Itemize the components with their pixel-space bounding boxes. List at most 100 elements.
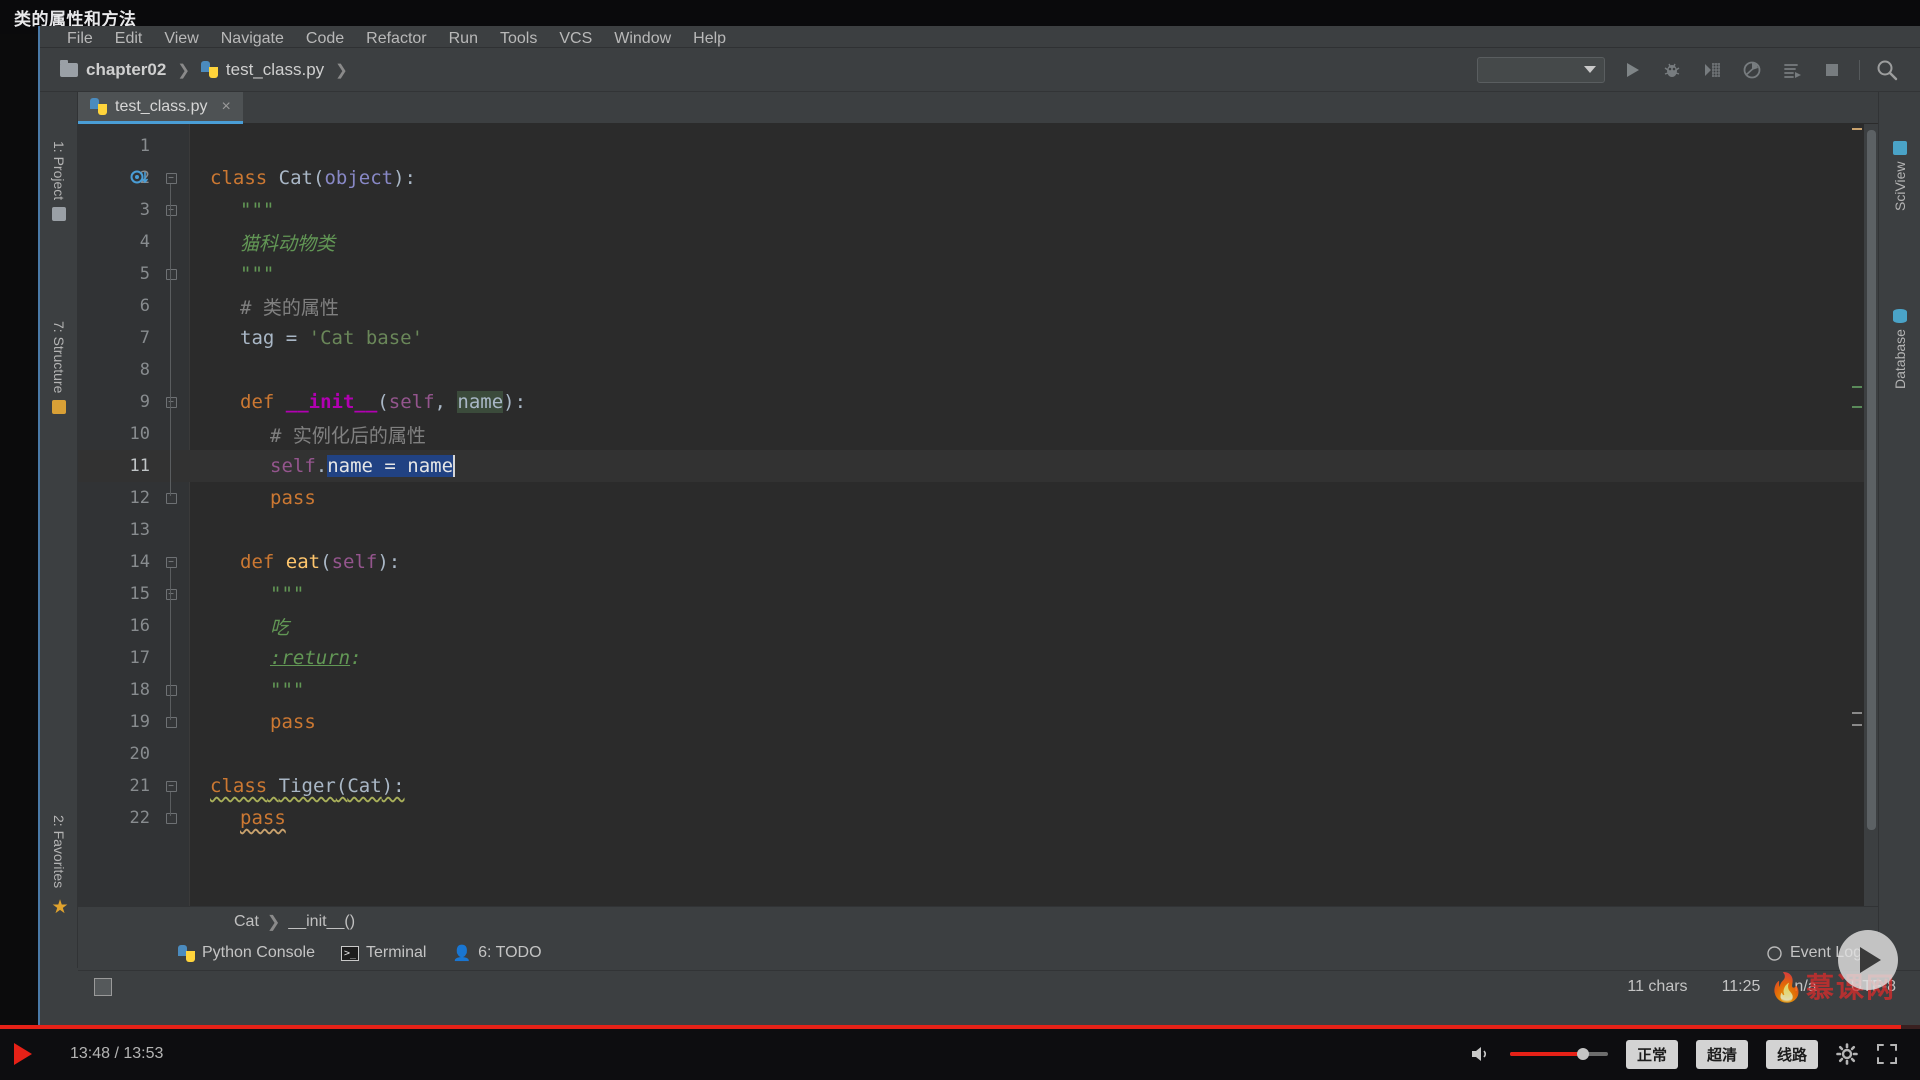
menu-item-code[interactable]: Code — [295, 30, 355, 47]
route-button[interactable]: 线路 — [1765, 1039, 1818, 1069]
code-line[interactable]: 12 pass — [130, 482, 1878, 514]
editor-tab-test-class[interactable]: test_class.py × — [78, 92, 243, 124]
play-icon-overlay — [1860, 947, 1881, 973]
menu-item-tools[interactable]: Tools — [489, 30, 548, 47]
fold-collapse-icon[interactable]: − — [164, 555, 178, 569]
editor-scrollbar-thumb[interactable] — [1867, 130, 1876, 830]
menu-item-edit[interactable]: Edit — [104, 30, 154, 47]
fold-collapse-icon[interactable]: − — [164, 171, 178, 185]
code-text: # 实例化后的属性 — [270, 418, 426, 450]
python-file-icon — [200, 61, 218, 78]
volume-slider-knob[interactable] — [1577, 1048, 1590, 1060]
fold-end-icon[interactable] — [164, 267, 178, 281]
video-play-overlay-button[interactable] — [1838, 930, 1898, 990]
code-line[interactable]: 5 """ — [140, 258, 1878, 290]
main-toolbar: chapter02 ❯ test_class.py ❯ — [40, 48, 1920, 92]
code-line[interactable]: 7 tag = 'Cat base' — [140, 322, 1878, 354]
change-marker-2[interactable] — [1852, 406, 1862, 408]
run-class-icon[interactable] — [130, 168, 152, 188]
run-icon[interactable] — [1619, 57, 1645, 83]
play-pause-button[interactable] — [14, 1043, 32, 1065]
code-line[interactable]: 18 """ — [130, 674, 1878, 706]
code-editor[interactable]: 1 2− class Cat(object): 3− """ 4 猫科动物类 5 """ 6 # 类… — [78, 124, 1878, 906]
code-line[interactable]: 9− def __init__(self, name): — [140, 386, 1878, 418]
close-icon[interactable]: × — [221, 98, 230, 116]
settings-gear-icon[interactable] — [1836, 1043, 1858, 1065]
code-line[interactable]: 8 — [140, 354, 1878, 386]
fold-end-icon[interactable] — [164, 491, 178, 505]
sidebar-item-database[interactable]: Database — [1878, 270, 1920, 428]
sidebar-item-structure[interactable]: 7: Structure — [40, 280, 78, 455]
menu-item-refactor[interactable]: Refactor — [355, 30, 437, 47]
menu-item-help[interactable]: Help — [682, 30, 737, 47]
search-everywhere-icon[interactable] — [1874, 57, 1900, 83]
menu-item-vcs[interactable]: VCS — [548, 30, 603, 47]
code-token: """ — [240, 263, 275, 285]
menu-item-file[interactable]: File — [56, 30, 104, 47]
code-text: def __init__(self, name): — [240, 386, 526, 418]
code-line[interactable]: 10 # 实例化后的属性 — [130, 418, 1878, 450]
code-line[interactable]: 13 — [130, 514, 1878, 546]
code-line[interactable]: 21− class Tiger(Cat): — [130, 770, 1878, 802]
tool-terminal[interactable]: >_ Terminal — [340, 944, 426, 962]
menu-item-view[interactable]: View — [153, 30, 209, 47]
code-line[interactable]: 22 pass — [130, 802, 1878, 834]
toolbar-divider — [1859, 59, 1860, 80]
fold-end-icon[interactable] — [164, 683, 178, 697]
fold-end-icon[interactable] — [164, 811, 178, 825]
editor-scrollbar[interactable] — [1864, 124, 1878, 906]
volume-icon[interactable] — [1470, 1044, 1492, 1064]
code-line[interactable]: 16 吃 — [130, 610, 1878, 642]
change-marker-4[interactable] — [1852, 724, 1862, 726]
sidebar-item-sciview[interactable]: SciView — [1878, 106, 1920, 246]
menu-item-navigate[interactable]: Navigate — [210, 30, 295, 47]
change-marker-3[interactable] — [1852, 712, 1862, 714]
inspection-marker[interactable] — [1852, 128, 1862, 130]
code-line[interactable]: 6 # 类的属性 — [140, 290, 1878, 322]
memory-indicator[interactable] — [94, 977, 112, 996]
code-line[interactable]: 17:return: — [130, 642, 1878, 674]
code-line[interactable]: 11 self. name = name — [78, 450, 1878, 482]
code-line[interactable]: 15− """ — [130, 578, 1878, 610]
fold-collapse-icon[interactable]: − — [164, 587, 178, 601]
editor-tab-bar: test_class.py × — [78, 92, 1878, 124]
run-configuration-dropdown[interactable] — [1477, 56, 1605, 83]
sidebar-item-favorites[interactable]: 2: Favorites ★ — [40, 779, 78, 954]
breadcrumb-item-file[interactable]: test_class.py — [200, 60, 324, 80]
tool-python-console[interactable]: Python Console — [178, 944, 315, 962]
code-token: ( — [320, 551, 332, 573]
code-line[interactable]: 3− """ — [140, 194, 1878, 226]
breadcrumb-method[interactable]: __init__() — [288, 913, 355, 931]
run-with-console-icon[interactable] — [1779, 57, 1805, 83]
fold-collapse-icon[interactable]: − — [164, 395, 178, 409]
debug-icon[interactable] — [1659, 57, 1685, 83]
playback-speed-button[interactable]: 正常 — [1625, 1039, 1678, 1069]
coverage-icon[interactable] — [1699, 57, 1725, 83]
sidebar-item-project[interactable]: 1: Project — [40, 106, 78, 256]
code-token: """ — [270, 679, 305, 701]
status-line-separator[interactable]: n/a — [1794, 978, 1816, 996]
quality-button[interactable]: 超清 — [1695, 1039, 1748, 1069]
fold-collapse-icon[interactable]: − — [164, 203, 178, 217]
code-line[interactable]: 19 pass — [130, 706, 1878, 738]
code-line[interactable]: 4 猫科动物类 — [140, 226, 1878, 258]
code-line[interactable]: 2− class Cat(object): — [130, 162, 1878, 194]
code-text: :return: — [270, 642, 362, 674]
breadcrumb-item-folder[interactable]: chapter02 — [60, 59, 166, 80]
fullscreen-icon[interactable] — [1876, 1043, 1898, 1065]
change-marker-1[interactable] — [1852, 386, 1862, 388]
code-line[interactable]: 20 — [130, 738, 1878, 770]
breadcrumb-class[interactable]: Cat — [234, 913, 259, 931]
status-caret-position[interactable]: 11:25 — [1722, 978, 1761, 996]
fold-collapse-icon[interactable]: − — [164, 779, 178, 793]
volume-slider[interactable] — [1509, 1048, 1608, 1060]
menu-item-run[interactable]: Run — [438, 30, 489, 47]
menu-item-window[interactable]: Window — [603, 30, 682, 47]
fold-end-icon[interactable] — [164, 715, 178, 729]
code-token: Tiger — [278, 775, 336, 797]
code-line[interactable]: 1 — [140, 130, 1878, 162]
stop-icon[interactable] — [1819, 57, 1845, 83]
profile-icon[interactable] — [1739, 57, 1765, 83]
code-line[interactable]: 14− def eat(self): — [130, 546, 1878, 578]
tool-todo[interactable]: 👤 6: TODO — [452, 944, 541, 962]
